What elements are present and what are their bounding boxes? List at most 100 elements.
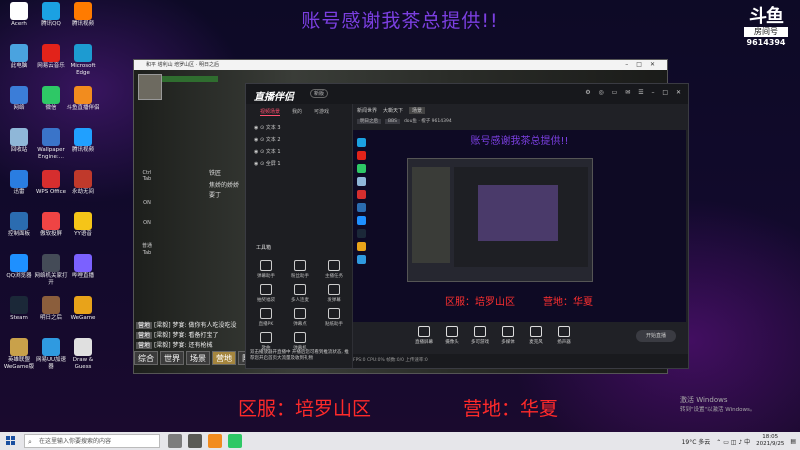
task-view-icon[interactable] (168, 434, 182, 448)
tab-video-scene[interactable]: 视频场景 (260, 108, 281, 116)
chat-tab-scene[interactable]: 场景 (186, 351, 210, 365)
tool-item[interactable]: 歌曲 (252, 332, 280, 351)
weather-widget[interactable]: 19°C 多云 (682, 437, 711, 446)
app-icon (42, 2, 60, 20)
desktop-icon[interactable]: 网易云音乐 (34, 44, 68, 70)
desktop-icon[interactable]: 英雄联盟WeGame版 (2, 338, 36, 370)
window-controls-icon[interactable]: ⚙ ◎ ▭ ✉ ☰ – □ ✕ (585, 89, 684, 96)
tray-icons[interactable]: ⌃ ▭ ◫ ♪ 中 (716, 437, 750, 446)
desktop-icon[interactable]: 网络机关家打开 (34, 254, 68, 286)
start-stream-button[interactable]: 开始直播 (636, 330, 676, 342)
desktop-icon[interactable]: 明日之后 (34, 296, 68, 322)
desktop-icon[interactable]: 控制面板 (2, 212, 36, 238)
desktop-icon[interactable]: YY语音 (66, 212, 100, 238)
desktop-icon[interactable]: 腾讯视频 (66, 128, 100, 154)
window-controls-icon[interactable]: –□✕ (625, 60, 663, 70)
control-speaker[interactable]: 扬声器 (551, 326, 577, 345)
desktop-icon-label: 网易UU加速器 (35, 357, 67, 370)
desktop-icon[interactable]: WeGame (66, 296, 100, 322)
desktop-icon[interactable]: 哔哩直播 (66, 254, 100, 280)
desktop-icon[interactable]: 微信 (34, 86, 68, 112)
side-label-on[interactable]: ON (140, 200, 154, 206)
npc-label: 铁匠 (209, 170, 222, 177)
tool-item[interactable]: 直播PK (252, 308, 280, 327)
wechat-app-icon[interactable] (228, 434, 242, 448)
game-title: 和平 塔利山 培罗山区 · 明日之后 (146, 62, 219, 68)
player-avatar[interactable] (138, 74, 162, 100)
desktop-icon[interactable]: 腾讯QQ (34, 2, 68, 28)
notification-icon[interactable]: ▤ (790, 438, 796, 445)
desktop-icon[interactable]: 永劫无间 (66, 170, 100, 196)
tool-item[interactable]: 多人连麦 (286, 284, 314, 303)
side-label-on-2[interactable]: ON (140, 220, 154, 226)
desktop-icon[interactable]: 傲软投屏 (34, 212, 68, 238)
desktop-icon[interactable]: 斗鱼直播伴侣 (66, 86, 100, 112)
tool-item[interactable]: 弹幕助手 (252, 260, 280, 279)
room-number: 9614394 (746, 38, 786, 47)
source-item[interactable]: ◉ ⊙ 文本 2 (254, 136, 281, 143)
side-label-normal[interactable]: 普通 (140, 242, 154, 249)
desktop-icon-label: 傲软投屏 (39, 231, 62, 237)
chat-tab-world[interactable]: 世界 (160, 351, 184, 365)
tool-label: 抽奖福袋 (257, 298, 275, 303)
stream-companion-window[interactable]: 直播伴侣 新版 ⚙ ◎ ▭ ✉ ☰ – □ ✕ 视频场景 我的 可游戏 ◉ ⊙ … (245, 83, 689, 369)
tool-item[interactable]: 弹幕机 (286, 332, 314, 351)
taskbar: ⌕ 在这里输入你要搜索的内容 19°C 多云 ⌃ ▭ ◫ ♪ 中 18:05 2… (0, 432, 800, 450)
tool-item[interactable]: 抽奖福袋 (252, 284, 280, 303)
tool-icon (328, 260, 340, 271)
stream-preview[interactable]: 账号感谢我茶总提供!! 区服：培罗山区 营地：华夏 (353, 130, 686, 322)
tool-item[interactable]: 发弹幕 (320, 284, 348, 303)
desktop-icon[interactable]: 网络 (2, 86, 36, 112)
control-microphone[interactable]: 麦克风 (523, 326, 549, 345)
version-badge[interactable]: 新版 (310, 89, 329, 98)
clock[interactable]: 18:05 2021/9/25 (756, 434, 784, 448)
scene-tab[interactable]: 大嘶天下 (383, 107, 403, 114)
side-label-ctrl-tab[interactable]: Ctrl Tab (140, 170, 154, 182)
desktop-icon-label: Steam (10, 315, 28, 321)
room-label: 房间号 (744, 27, 788, 37)
desktop-icon[interactable]: QQ浏览器 (2, 254, 36, 280)
tool-item[interactable]: 贴纸助手 (320, 308, 348, 327)
source-item[interactable]: ◉ ⊙ 全屏 1 (254, 160, 281, 167)
tab-games[interactable]: 可游戏 (314, 108, 329, 116)
desktop-icon-label: 腾讯QQ (41, 21, 61, 27)
desktop-icon[interactable]: 回收站 (2, 128, 36, 154)
desktop-icon[interactable]: Acerh (2, 2, 36, 28)
desktop-icon[interactable]: Wallpaper Engine:... (34, 128, 68, 160)
control-media[interactable]: 多媒体 (495, 326, 521, 345)
tool-icon (294, 332, 306, 343)
tab-mine[interactable]: 我的 (292, 108, 302, 116)
source-item[interactable]: ◉ ⊙ 文本 3 (254, 124, 281, 131)
side-label-tab[interactable]: Tab (140, 250, 154, 256)
chat-tab-camp[interactable]: 营地 (212, 351, 236, 365)
desktop-icon[interactable]: 此电脑 (2, 44, 36, 70)
desktop-icon[interactable]: 迅雷 (2, 170, 36, 196)
game-titlebar[interactable]: 和平 塔利山 培罗山区 · 明日之后 –□✕ (134, 60, 667, 70)
scene-tab[interactable]: 新闻世界 (357, 107, 377, 114)
desktop-icon[interactable]: Steam (2, 296, 36, 322)
preview-camp-label: 营地：华夏 (543, 297, 593, 308)
chat-tab-general[interactable]: 综合 (134, 351, 158, 365)
desktop-icon[interactable]: WPS Office (34, 170, 68, 196)
health-bar (162, 76, 218, 82)
chat-line: 营地 [梁毅] 梦宴: 做你有人吃没吃没 (136, 322, 237, 329)
desktop-icon[interactable]: Microsoft Edge (66, 44, 100, 76)
desktop-icon-label: 明日之后 (39, 315, 62, 321)
control-camera[interactable]: 摄像头 (439, 326, 465, 345)
taskbar-search-input[interactable]: ⌕ 在这里输入你要搜索的内容 (24, 434, 160, 448)
scene-tabs: 新闻世界 大嘶天下 场景 (357, 107, 426, 114)
game-app-icon[interactable] (188, 434, 202, 448)
control-screen[interactable]: 直播屏幕 (411, 326, 437, 345)
control-game[interactable]: 多可游戏 (467, 326, 493, 345)
source-item[interactable]: ◉ ⊙ 文本 1 (254, 148, 281, 155)
desktop-icon[interactable]: 腾讯视频 (66, 2, 100, 28)
stream-app-icon[interactable] (208, 434, 222, 448)
windows-start-icon[interactable] (6, 436, 16, 446)
tool-item[interactable]: 粉丝助手 (286, 260, 314, 279)
desktop-icon[interactable]: 网易UU加速器 (34, 338, 68, 370)
desktop-icon[interactable]: Draw & Guess (66, 338, 100, 370)
tool-item[interactable]: 主播任务 (320, 260, 348, 279)
tool-item[interactable]: 弹幕点 (286, 308, 314, 327)
app-icon (74, 296, 92, 314)
scene-tab[interactable]: 场景 (409, 107, 426, 114)
